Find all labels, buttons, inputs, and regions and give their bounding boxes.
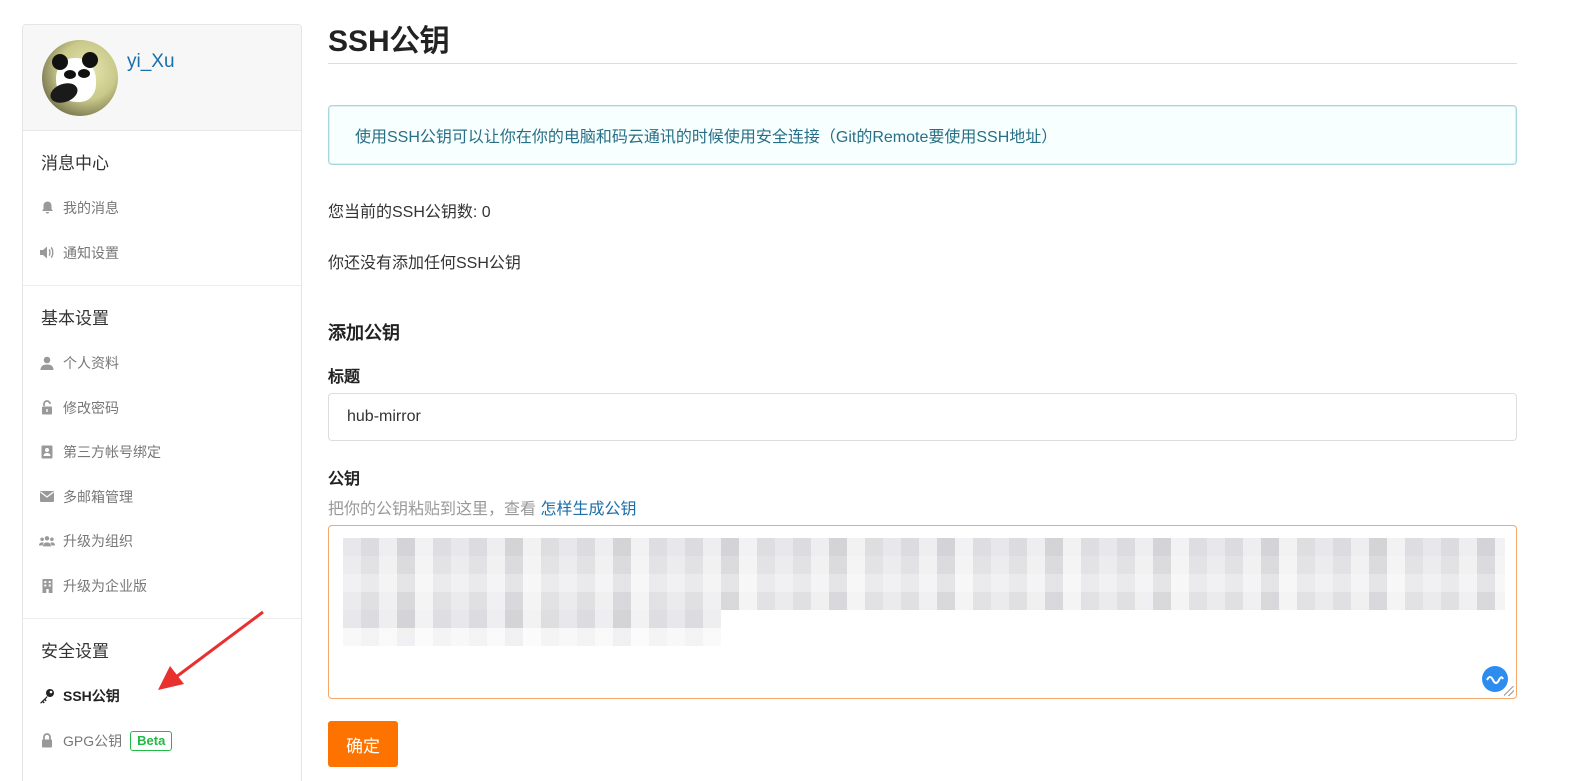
bell-icon xyxy=(39,200,55,216)
key-count-text: 您当前的SSH公钥数: 0 xyxy=(328,204,491,221)
key-hint-text: 把你的公钥粘贴到这里，查看 xyxy=(328,501,541,518)
sidebar-item-change-password[interactable]: 修改密码 xyxy=(23,386,301,431)
sidebar-item-label: 第三方帐号绑定 xyxy=(63,444,161,461)
unlock-icon xyxy=(39,400,55,416)
lock-icon xyxy=(39,733,55,749)
building-icon xyxy=(39,578,55,594)
mail-icon xyxy=(39,489,55,505)
section-title: 消息中心 xyxy=(41,154,109,173)
sidebar-item-upgrade-enterprise[interactable]: 升级为企业版 xyxy=(23,564,301,609)
redacted-key-line xyxy=(343,592,1505,610)
users-icon xyxy=(39,533,55,549)
user-icon xyxy=(39,355,55,371)
annotation-arrow xyxy=(158,610,264,690)
sidebar-item-profile[interactable]: 个人资料 xyxy=(23,341,301,386)
sidebar-item-gpg-keys[interactable]: GPG公钥 Beta xyxy=(23,719,301,764)
confirm-button[interactable]: 确定 xyxy=(328,721,398,767)
redacted-key-line xyxy=(343,610,721,628)
sidebar-item-label: 个人资料 xyxy=(63,355,119,372)
profile-card: yi_Xu xyxy=(23,25,301,131)
username-link[interactable]: yi_Xu xyxy=(127,51,175,73)
empty-state-text: 你还没有添加任何SSH公钥 xyxy=(328,255,521,272)
address-book-icon xyxy=(39,444,55,460)
sidebar-item-upgrade-organization[interactable]: 升级为组织 xyxy=(23,519,301,564)
section-messages: 消息中心 我的消息 通知设置 xyxy=(23,131,301,286)
sidebar-item-label: SSH公钥 xyxy=(63,688,120,705)
title-input-value: hub-mirror xyxy=(347,408,421,425)
sidebar-item-my-messages[interactable]: 我的消息 xyxy=(23,186,301,231)
public-key-textarea[interactable] xyxy=(328,525,1517,699)
sidebar-item-label: GPG公钥 xyxy=(63,732,123,749)
section-basic-settings: 基本设置 个人资料 修改密码 第三方帐号绑定 多邮箱管理 升级为组织 升级为企业… xyxy=(23,286,301,619)
sidebar-item-label: 升级为企业版 xyxy=(63,577,147,594)
sidebar-item-label: 通知设置 xyxy=(63,244,119,261)
volume-icon xyxy=(39,245,55,261)
key-hint: 把你的公钥粘贴到这里，查看 怎样生成公钥 xyxy=(328,495,1517,519)
key-label: 公钥 xyxy=(328,471,361,488)
redacted-key-line xyxy=(343,574,1505,592)
title-input[interactable]: hub-mirror xyxy=(328,393,1517,441)
redacted-key-line xyxy=(343,556,1505,574)
redacted-key-line xyxy=(343,628,721,646)
sidebar-item-label: 升级为组织 xyxy=(63,533,133,550)
avatar[interactable] xyxy=(42,40,118,116)
sidebar-item-label: 修改密码 xyxy=(63,399,119,416)
redacted-key-line xyxy=(343,538,1505,556)
add-key-title: 添加公钥 xyxy=(328,323,400,343)
title-label: 标题 xyxy=(328,369,361,386)
sidebar-item-label: 多邮箱管理 xyxy=(63,488,133,505)
sidebar-item-notification-settings[interactable]: 通知设置 xyxy=(23,231,301,276)
how-to-generate-key-link[interactable]: 怎样生成公钥 xyxy=(540,501,636,518)
resize-handle[interactable] xyxy=(1504,686,1514,696)
page-title: SSH公钥 xyxy=(328,20,1517,64)
main-content: SSH公钥 使用SSH公钥可以让你在你的电脑和码云通讯的时候使用安全连接（Git… xyxy=(328,20,1517,767)
sidebar-item-label: 我的消息 xyxy=(63,200,119,217)
section-title: 基本设置 xyxy=(41,309,109,328)
beta-badge: Beta xyxy=(130,730,173,751)
key-icon xyxy=(39,688,55,704)
info-message-text: 使用SSH公钥可以让你在你的电脑和码云通讯的时候使用安全连接（Git的Remot… xyxy=(355,129,1058,146)
sidebar-item-email-management[interactable]: 多邮箱管理 xyxy=(23,475,301,520)
info-message: 使用SSH公钥可以让你在你的电脑和码云通讯的时候使用安全连接（Git的Remot… xyxy=(328,105,1517,165)
sidebar-item-third-party-binding[interactable]: 第三方帐号绑定 xyxy=(23,430,301,475)
